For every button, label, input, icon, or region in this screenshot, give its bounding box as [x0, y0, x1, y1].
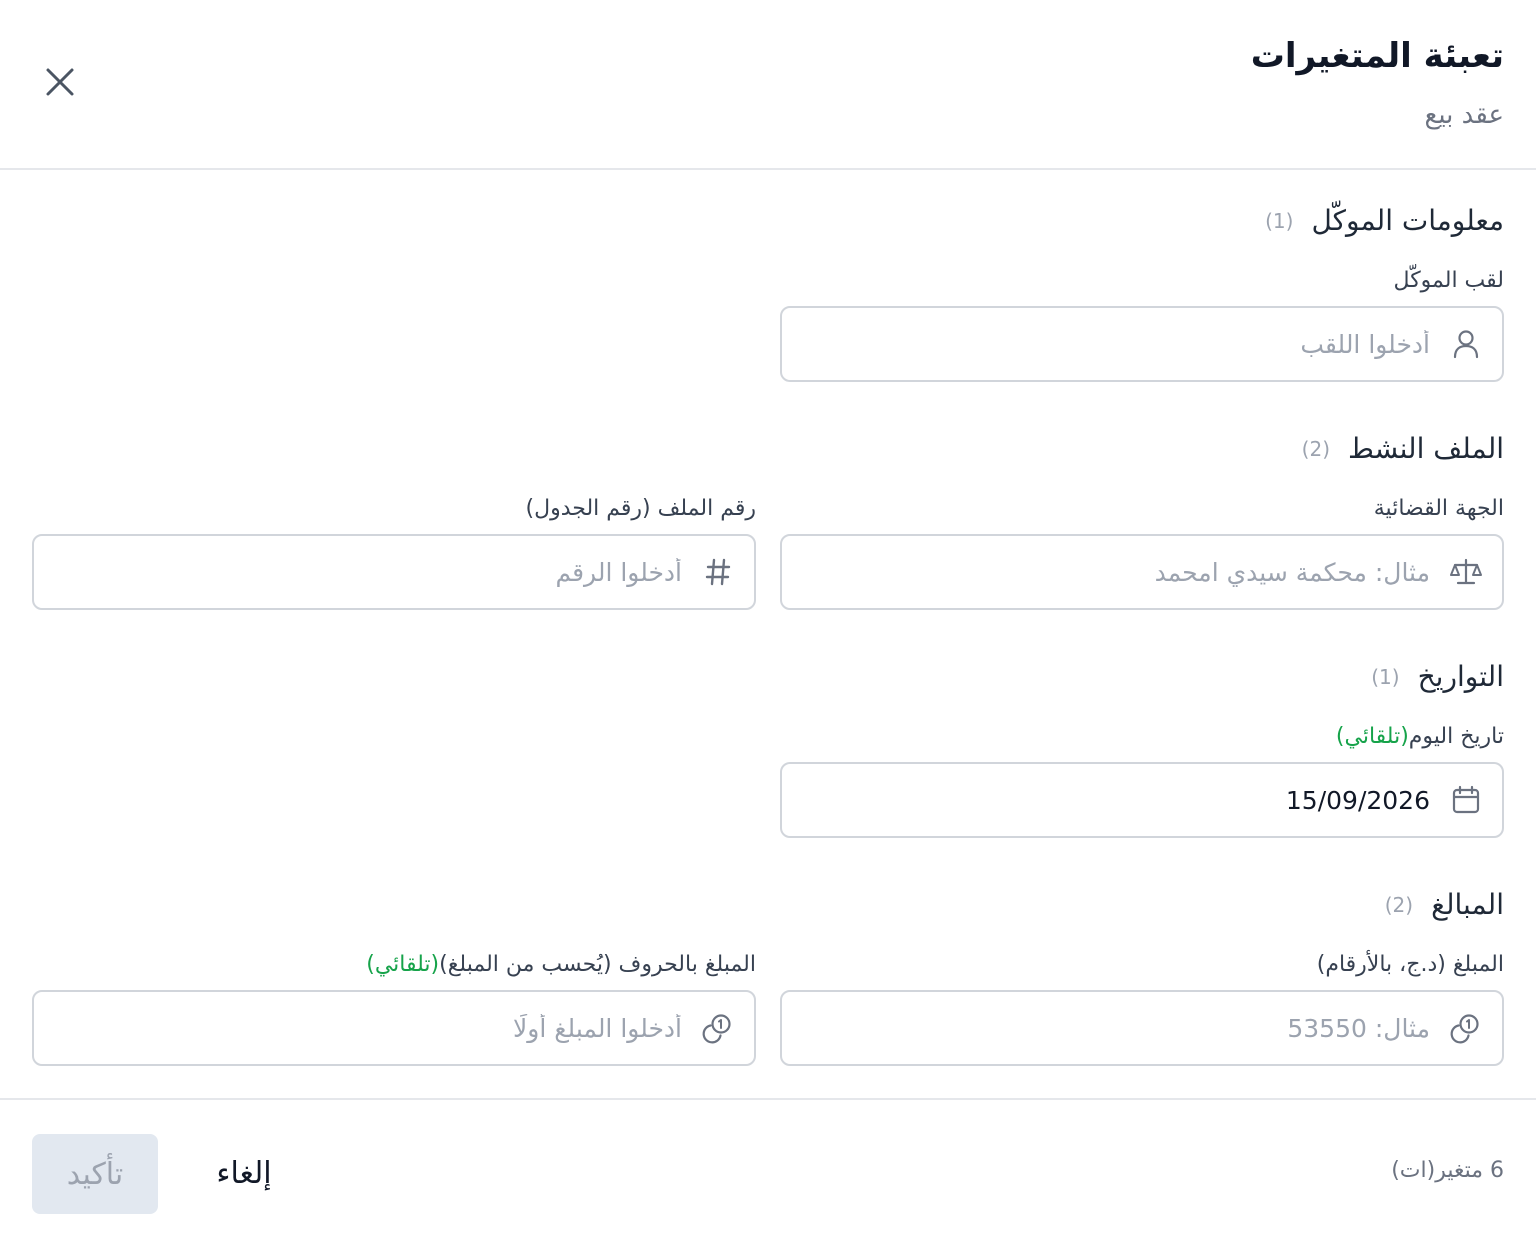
file-number-field[interactable]: [32, 534, 756, 610]
section-client-count: (1): [1265, 208, 1294, 233]
file-number-input[interactable]: [54, 557, 682, 587]
section-dates-count: (1): [1371, 664, 1400, 689]
amount-input[interactable]: [802, 1013, 1430, 1043]
section-dates-title: التواريخ (1): [1371, 660, 1504, 693]
amount-words-label-text: المبلغ بالحروف (يُحسب من المبلغ): [439, 952, 756, 977]
amount-label: المبلغ (د.ج، بالأرقام): [1316, 952, 1504, 977]
client-name-label: لقب الموكّل: [1393, 268, 1504, 293]
amount-words-field[interactable]: [32, 990, 756, 1066]
close-button[interactable]: [40, 64, 80, 104]
file-number-label: رقم الملف (رقم الجدول): [525, 496, 756, 521]
coins-icon: [1450, 1012, 1482, 1044]
dialog-title: تعبئة المتغيرات: [1250, 36, 1504, 76]
section-amounts-label: المبالغ: [1431, 888, 1504, 921]
court-input[interactable]: [802, 557, 1430, 587]
dialog-body: معلومات الموكّل (1) لقب الموكّل الملف ال…: [0, 170, 1536, 1098]
dialog-footer: 6 متغير(ات) إلغاء تأكيد: [0, 1098, 1536, 1244]
cancel-button[interactable]: إلغاء: [196, 1134, 292, 1212]
today-date-auto-tag: (تلقائي): [1335, 724, 1409, 749]
user-icon: [1450, 328, 1482, 360]
hash-icon: [702, 556, 734, 588]
confirm-button[interactable]: تأكيد: [32, 1134, 158, 1214]
section-amounts-count: (2): [1384, 892, 1414, 917]
section-dates-label: التواريخ: [1417, 660, 1504, 693]
amount-words-label: المبلغ بالحروف (يُحسب من المبلغ)(تلقائي): [366, 952, 756, 977]
coins-icon: [702, 1012, 734, 1044]
today-date-label: تاريخ اليوم(تلقائي): [1336, 724, 1504, 749]
today-date-field[interactable]: [780, 762, 1504, 838]
section-active-file-title: الملف النشط (2): [1302, 432, 1504, 465]
close-icon: [45, 67, 75, 101]
dialog-subtitle: عقد بيع: [1424, 100, 1505, 130]
today-date-label-text: تاريخ اليوم: [1408, 724, 1504, 749]
section-client-title: معلومات الموكّل (1): [1265, 204, 1504, 237]
section-client-label: معلومات الموكّل: [1311, 204, 1504, 237]
calendar-icon: [1450, 784, 1482, 816]
court-field[interactable]: [780, 534, 1504, 610]
client-name-input[interactable]: [802, 329, 1430, 359]
fill-variables-dialog: تعبئة المتغيرات عقد بيع معلومات الموكّل …: [0, 0, 1536, 1244]
court-label: الجهة القضائية: [1373, 496, 1504, 521]
amount-words-input[interactable]: [54, 1013, 682, 1043]
today-date-input[interactable]: [802, 785, 1430, 815]
dialog-header: تعبئة المتغيرات عقد بيع: [0, 0, 1536, 170]
amount-words-auto-tag: (تلقائي): [366, 952, 440, 977]
variable-count: 6 متغير(ات): [1391, 1158, 1504, 1183]
section-amounts-title: المبالغ (2): [1385, 888, 1504, 921]
client-name-field[interactable]: [780, 306, 1504, 382]
amount-field[interactable]: [780, 990, 1504, 1066]
section-active-file-label: الملف النشط: [1348, 432, 1504, 465]
scale-icon: [1450, 556, 1482, 588]
section-active-file-count: (2): [1301, 436, 1331, 461]
